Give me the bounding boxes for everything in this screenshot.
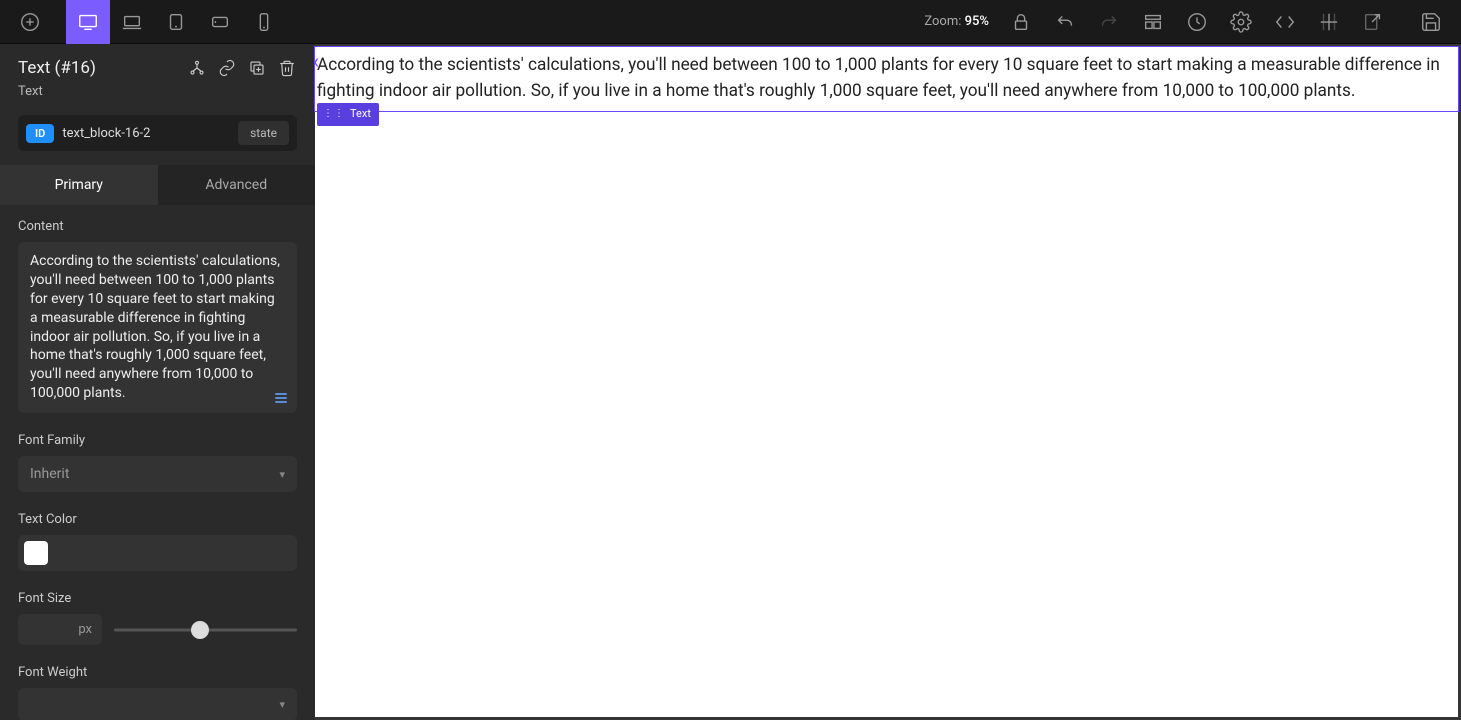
zoom-value: 95% [965, 14, 989, 29]
font-weight-panel: Font Weight ▾ [0, 651, 315, 720]
sidebar-scroll-area[interactable]: Content According to the scientists' cal… [0, 205, 315, 720]
add-element-button[interactable] [8, 0, 52, 44]
font-weight-label: Font Weight [18, 665, 297, 680]
color-swatch [24, 541, 48, 565]
structure-button[interactable] [1131, 0, 1175, 44]
zoom-label-text: Zoom: [924, 14, 961, 29]
content-panel: Content According to the scientists' cal… [0, 205, 315, 419]
element-type-label: Text [0, 84, 315, 109]
lock-button[interactable] [999, 0, 1043, 44]
font-size-slider[interactable] [114, 620, 297, 640]
code-button[interactable] [1263, 0, 1307, 44]
content-textarea[interactable]: According to the scientists' calculation… [18, 242, 297, 413]
chevron-down-icon: ▾ [279, 698, 285, 711]
font-size-input[interactable]: px [18, 614, 102, 645]
font-size-panel: Font Size px [0, 577, 315, 651]
delete-icon[interactable] [277, 58, 297, 78]
element-actions [187, 58, 297, 78]
element-tag-label: Text [350, 106, 371, 123]
selected-text-element[interactable]: ‹ According to the scientists' calculati… [315, 47, 1458, 111]
font-family-label: Font Family [18, 433, 297, 448]
tab-advanced[interactable]: Advanced [158, 165, 316, 205]
toolbar-left-group [8, 0, 286, 44]
main-area: Text (#16) Text ID text_block-16-2 state… [0, 44, 1461, 720]
properties-sidebar: Text (#16) Text ID text_block-16-2 state… [0, 44, 315, 720]
export-button[interactable] [1351, 0, 1395, 44]
duplicate-icon[interactable] [247, 58, 267, 78]
element-header: Text (#16) [0, 44, 315, 84]
canvas[interactable]: ‹ According to the scientists' calculati… [315, 44, 1461, 720]
slider-thumb[interactable] [191, 621, 209, 639]
element-id-value[interactable]: text_block-16-2 [62, 126, 230, 141]
desktop-viewport-button[interactable] [66, 0, 110, 44]
mobile-viewport-button[interactable] [242, 0, 286, 44]
element-tag[interactable]: ⋮⋮ Text [317, 103, 379, 126]
content-text: According to the scientists' calculation… [30, 253, 280, 401]
font-size-label: Font Size [18, 591, 297, 606]
tree-icon[interactable] [187, 58, 207, 78]
save-button[interactable] [1409, 0, 1453, 44]
history-button[interactable] [1175, 0, 1219, 44]
grid-button[interactable] [1307, 0, 1351, 44]
font-family-select[interactable]: Inherit ▾ [18, 456, 297, 492]
tablet-viewport-button[interactable] [154, 0, 198, 44]
state-button[interactable]: state [238, 121, 289, 145]
redo-button[interactable] [1087, 0, 1131, 44]
settings-button[interactable] [1219, 0, 1263, 44]
element-title: Text (#16) [18, 58, 187, 78]
zoom-indicator[interactable]: Zoom: 95% [924, 14, 989, 29]
laptop-viewport-button[interactable] [110, 0, 154, 44]
toolbar-right-group: Zoom: 95% [924, 0, 1453, 44]
selection-handle-icon[interactable]: ‹ [313, 51, 319, 71]
drag-dots-icon: ⋮⋮ [323, 109, 345, 119]
link-icon[interactable] [217, 58, 237, 78]
top-toolbar: Zoom: 95% [0, 0, 1461, 44]
properties-tabs: Primary Advanced [0, 165, 315, 205]
font-family-panel: Font Family Inherit ▾ [0, 419, 315, 498]
tab-primary[interactable]: Primary [0, 165, 158, 205]
element-id-row: ID text_block-16-2 state [18, 115, 297, 151]
font-weight-select[interactable]: ▾ [18, 688, 297, 720]
id-chip: ID [26, 124, 54, 143]
text-color-panel: Text Color [0, 498, 315, 577]
font-family-value: Inherit [30, 466, 69, 482]
text-color-picker[interactable] [18, 535, 297, 571]
chevron-down-icon: ▾ [279, 468, 285, 481]
undo-button[interactable] [1043, 0, 1087, 44]
text-color-label: Text Color [18, 512, 297, 527]
resize-grip-icon[interactable] [275, 391, 291, 407]
font-size-unit: px [78, 622, 92, 637]
text-content: According to the scientists' calculation… [317, 55, 1440, 101]
content-label: Content [18, 219, 297, 234]
tablet-landscape-viewport-button[interactable] [198, 0, 242, 44]
